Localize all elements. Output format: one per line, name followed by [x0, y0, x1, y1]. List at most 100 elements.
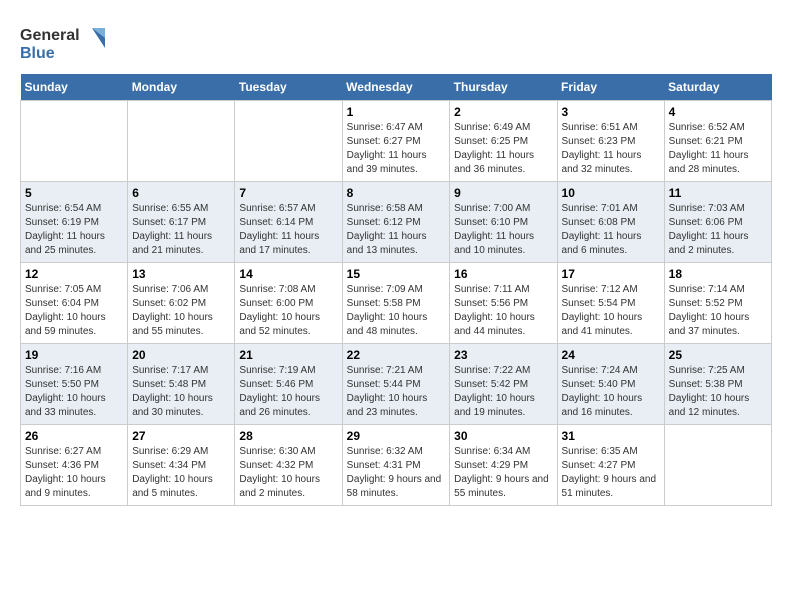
calendar-cell: 21 Sunrise: 7:19 AMSunset: 5:46 PMDayligh… [235, 344, 342, 425]
day-info: Sunrise: 6:54 AMSunset: 6:19 PMDaylight:… [25, 202, 123, 258]
day-info: Sunrise: 7:22 AMSunset: 5:42 PMDaylight:… [454, 364, 552, 420]
calendar-cell: 28Sunrise: 6:30 AMSunset: 4:32 PMDayligh… [235, 425, 342, 506]
calendar-cell: 14 Sunrise: 7:08 AMSunset: 6:00 PMDayligh… [235, 263, 342, 344]
day-info: Sunrise: 7:01 AMSunset: 6:08 PMDaylight:… [562, 202, 660, 258]
calendar-cell: 3 Sunrise: 6:51 AMSunset: 6:23 PMDaylight… [557, 101, 664, 182]
day-info: Sunrise: 7:16 AMSunset: 5:50 PMDaylight:… [25, 364, 123, 420]
day-info: Sunrise: 7:25 AMSunset: 5:38 PMDaylight:… [669, 364, 767, 420]
day-number: 19 [25, 348, 123, 362]
day-number: 13 [132, 267, 230, 281]
day-info: Sunrise: 6:47 AMSunset: 6:27 PMDaylight:… [347, 121, 446, 177]
day-number: 20 [132, 348, 230, 362]
day-info: Sunrise: 6:34 AMSunset: 4:29 PMDaylight:… [454, 445, 552, 501]
day-info: Sunrise: 6:51 AMSunset: 6:23 PMDaylight:… [562, 121, 660, 177]
calendar-cell: 12 Sunrise: 7:05 AMSunset: 6:04 PMDayligh… [21, 263, 128, 344]
day-info: Sunrise: 6:35 AMSunset: 4:27 PMDaylight:… [562, 445, 660, 501]
calendar-cell: 29 Sunrise: 6:32 AMSunset: 4:31 PMDayligh… [342, 425, 450, 506]
day-number: 26 [25, 429, 123, 443]
day-number: 29 [347, 429, 446, 443]
day-info: Sunrise: 7:24 AMSunset: 5:40 PMDaylight:… [562, 364, 660, 420]
calendar-cell: 30 Sunrise: 6:34 AMSunset: 4:29 PMDayligh… [450, 425, 557, 506]
day-info: Sunrise: 6:32 AMSunset: 4:31 PMDaylight:… [347, 445, 446, 501]
day-number: 18 [669, 267, 767, 281]
day-number: 10 [562, 186, 660, 200]
day-info: Sunrise: 6:57 AMSunset: 6:14 PMDaylight:… [239, 202, 337, 258]
column-header-sunday: Sunday [21, 74, 128, 101]
day-number: 9 [454, 186, 552, 200]
day-number: 30 [454, 429, 552, 443]
column-header-thursday: Thursday [450, 74, 557, 101]
day-number: 15 [347, 267, 446, 281]
day-number: 16 [454, 267, 552, 281]
day-number: 8 [347, 186, 446, 200]
day-number: 27 [132, 429, 230, 443]
day-info: Sunrise: 7:09 AMSunset: 5:58 PMDaylight:… [347, 283, 446, 339]
calendar-cell: 7 Sunrise: 6:57 AMSunset: 6:14 PMDaylight… [235, 182, 342, 263]
day-number: 14 [239, 267, 337, 281]
calendar-cell: 6 Sunrise: 6:55 AMSunset: 6:17 PMDaylight… [128, 182, 235, 263]
calendar-cell: 24Sunrise: 7:24 AMSunset: 5:40 PMDayligh… [557, 344, 664, 425]
calendar-cell: 5Sunrise: 6:54 AMSunset: 6:19 PMDaylight… [21, 182, 128, 263]
day-number: 22 [347, 348, 446, 362]
calendar-header-row: SundayMondayTuesdayWednesdayThursdayFrid… [21, 74, 772, 101]
day-info: Sunrise: 7:03 AMSunset: 6:06 PMDaylight:… [669, 202, 767, 258]
logo-icon: General Blue [20, 20, 110, 64]
column-header-monday: Monday [128, 74, 235, 101]
calendar-cell: 19 Sunrise: 7:16 AMSunset: 5:50 PMDayligh… [21, 344, 128, 425]
day-number: 6 [132, 186, 230, 200]
day-number: 17 [562, 267, 660, 281]
calendar-cell: 8 Sunrise: 6:58 AMSunset: 6:12 PMDaylight… [342, 182, 450, 263]
calendar-cell: 1 Sunrise: 6:47 AMSunset: 6:27 PMDaylight… [342, 101, 450, 182]
calendar-cell: 10 Sunrise: 7:01 AMSunset: 6:08 PMDayligh… [557, 182, 664, 263]
day-info: Sunrise: 7:19 AMSunset: 5:46 PMDaylight:… [239, 364, 337, 420]
day-number: 11 [669, 186, 767, 200]
day-info: Sunrise: 6:30 AMSunset: 4:32 PMDaylight:… [239, 445, 337, 501]
day-info: Sunrise: 7:00 AMSunset: 6:10 PMDaylight:… [454, 202, 552, 258]
day-info: Sunrise: 6:27 AMSunset: 4:36 PMDaylight:… [25, 445, 123, 501]
day-number: 25 [669, 348, 767, 362]
day-info: Sunrise: 7:05 AMSunset: 6:04 PMDaylight:… [25, 283, 123, 339]
day-info: Sunrise: 6:49 AMSunset: 6:25 PMDaylight:… [454, 121, 552, 177]
svg-text:General: General [20, 27, 80, 44]
day-info: Sunrise: 7:17 AMSunset: 5:48 PMDaylight:… [132, 364, 230, 420]
day-info: Sunrise: 6:58 AMSunset: 6:12 PMDaylight:… [347, 202, 446, 258]
calendar-cell: 26 Sunrise: 6:27 AMSunset: 4:36 PMDayligh… [21, 425, 128, 506]
day-info: Sunrise: 7:21 AMSunset: 5:44 PMDaylight:… [347, 364, 446, 420]
calendar-cell: 18 Sunrise: 7:14 AMSunset: 5:52 PMDayligh… [664, 263, 771, 344]
calendar-cell: 4Sunrise: 6:52 AMSunset: 6:21 PMDaylight… [664, 101, 771, 182]
calendar-week-row: 26 Sunrise: 6:27 AMSunset: 4:36 PMDayligh… [21, 425, 772, 506]
day-number: 31 [562, 429, 660, 443]
day-info: Sunrise: 6:55 AMSunset: 6:17 PMDaylight:… [132, 202, 230, 258]
day-number: 23 [454, 348, 552, 362]
column-header-wednesday: Wednesday [342, 74, 450, 101]
day-info: Sunrise: 7:11 AMSunset: 5:56 PMDaylight:… [454, 283, 552, 339]
column-header-tuesday: Tuesday [235, 74, 342, 101]
svg-text:Blue: Blue [20, 45, 55, 62]
day-number: 1 [347, 105, 446, 119]
calendar-cell: 17Sunrise: 7:12 AMSunset: 5:54 PMDayligh… [557, 263, 664, 344]
calendar-cell [128, 101, 235, 182]
column-header-saturday: Saturday [664, 74, 771, 101]
calendar-table: SundayMondayTuesdayWednesdayThursdayFrid… [20, 74, 772, 506]
day-info: Sunrise: 7:14 AMSunset: 5:52 PMDaylight:… [669, 283, 767, 339]
calendar-cell: 25 Sunrise: 7:25 AMSunset: 5:38 PMDayligh… [664, 344, 771, 425]
day-number: 3 [562, 105, 660, 119]
calendar-cell [664, 425, 771, 506]
calendar-cell: 20 Sunrise: 7:17 AMSunset: 5:48 PMDayligh… [128, 344, 235, 425]
day-info: Sunrise: 6:29 AMSunset: 4:34 PMDaylight:… [132, 445, 230, 501]
calendar-cell: 2 Sunrise: 6:49 AMSunset: 6:25 PMDaylight… [450, 101, 557, 182]
calendar-week-row: 5Sunrise: 6:54 AMSunset: 6:19 PMDaylight… [21, 182, 772, 263]
logo: General Blue [20, 20, 110, 64]
day-info: Sunrise: 6:52 AMSunset: 6:21 PMDaylight:… [669, 121, 767, 177]
day-info: Sunrise: 7:06 AMSunset: 6:02 PMDaylight:… [132, 283, 230, 339]
calendar-cell: 27 Sunrise: 6:29 AMSunset: 4:34 PMDayligh… [128, 425, 235, 506]
day-number: 2 [454, 105, 552, 119]
day-number: 7 [239, 186, 337, 200]
calendar-cell: 23 Sunrise: 7:22 AMSunset: 5:42 PMDayligh… [450, 344, 557, 425]
calendar-week-row: 19 Sunrise: 7:16 AMSunset: 5:50 PMDayligh… [21, 344, 772, 425]
day-info: Sunrise: 7:08 AMSunset: 6:00 PMDaylight:… [239, 283, 337, 339]
day-number: 12 [25, 267, 123, 281]
calendar-cell: 11 Sunrise: 7:03 AMSunset: 6:06 PMDayligh… [664, 182, 771, 263]
day-number: 21 [239, 348, 337, 362]
calendar-week-row: 1 Sunrise: 6:47 AMSunset: 6:27 PMDaylight… [21, 101, 772, 182]
